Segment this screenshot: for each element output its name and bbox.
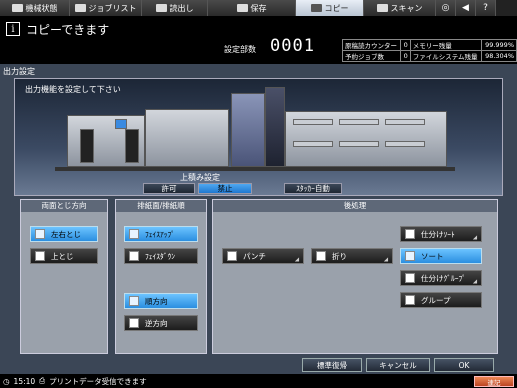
status-bar-message: プリントデータ受信できます xyxy=(49,376,147,386)
printer-icon: ⎙ xyxy=(39,376,46,385)
face-up-icon xyxy=(129,229,139,239)
dropdown-corner-icon xyxy=(383,257,391,264)
tab-machine-status[interactable]: 機械状態 xyxy=(0,0,70,16)
printer-engine xyxy=(231,93,265,167)
settings-icon[interactable]: ◎ xyxy=(436,0,456,16)
fold-button[interactable]: 折り xyxy=(311,248,393,264)
filesystem-label: ファイルシステム残量 xyxy=(409,50,483,62)
paper-tray xyxy=(385,119,425,125)
normal-order-button[interactable]: 順方向 xyxy=(124,293,198,309)
memory-label: メモリー残量 xyxy=(409,39,483,51)
scan-icon xyxy=(376,4,388,12)
ok-button[interactable]: OK xyxy=(434,358,494,372)
sort-icon xyxy=(405,251,415,261)
job-list-icon xyxy=(74,4,86,12)
copies-label: 設定部数 xyxy=(224,45,256,54)
instruction-text: 出力機能を設定して下さい xyxy=(25,85,121,94)
help-icon[interactable]: ? xyxy=(476,0,496,16)
group-split-button[interactable]: 仕分けｸﾞﾙｰﾌﾟ xyxy=(400,270,482,286)
left-binding-icon xyxy=(35,229,45,239)
group-icon xyxy=(405,295,415,305)
duplex-panel-title: 両面とじ方向 xyxy=(21,200,107,212)
dropdown-corner-icon xyxy=(472,279,480,286)
restore-defaults-button[interactable]: 標準復帰 xyxy=(302,358,362,372)
post-processing-panel-title: 後処理 xyxy=(213,200,497,212)
info-table: 原稿読カウンター 0 メモリー残量 99.999% 予約ジョブ数 0 ファイルシ… xyxy=(341,39,517,62)
face-up-button[interactable]: ﾌｪｲｽｱｯﾌﾟ xyxy=(124,226,198,242)
paper-tray xyxy=(339,141,379,147)
group-button[interactable]: グループ xyxy=(400,292,482,308)
recall-icon xyxy=(155,4,167,12)
dropdown-corner-icon xyxy=(294,257,302,264)
output-tray[interactable] xyxy=(125,129,139,163)
stack-allow-button[interactable]: 許可 xyxy=(143,183,195,194)
original-counter-label: 原稿読カウンター xyxy=(341,39,402,51)
copies-count: 0001 xyxy=(270,36,315,56)
top-tab-bar: 機械状態 ジョブリスト 読出し 保存 コピー スキャン ◎ ◀ ? xyxy=(0,0,517,16)
tab-copy[interactable]: コピー xyxy=(296,0,364,16)
paper-tray xyxy=(293,119,333,125)
clock-icon: ◷ xyxy=(3,376,10,386)
paper-tray xyxy=(293,141,333,147)
face-down-icon xyxy=(129,251,139,261)
floor-line xyxy=(55,167,455,171)
duplex-panel: 両面とじ方向 xyxy=(20,199,108,354)
tab-save[interactable]: 保存 xyxy=(208,0,296,16)
paper-tray xyxy=(385,141,425,147)
machine-status-icon xyxy=(11,4,23,12)
dropdown-corner-icon xyxy=(472,235,480,242)
fold-icon xyxy=(316,251,326,261)
output-tray[interactable] xyxy=(80,129,94,163)
discharge-panel-title: 排紙面/排紙順 xyxy=(116,200,206,212)
filesystem-value: 98.304% xyxy=(481,50,517,62)
face-down-button[interactable]: ﾌｪｲｽﾀﾞｳﾝ xyxy=(124,248,198,264)
punch-button[interactable]: パンチ xyxy=(222,248,304,264)
info-icon: i xyxy=(6,22,20,36)
sort-split-button[interactable]: 仕分けｿｰﾄ xyxy=(400,226,482,242)
selected-tray-icon xyxy=(115,119,127,129)
original-counter-value: 0 xyxy=(400,39,411,51)
info-row: 原稿読カウンター 0 メモリー残量 99.999% xyxy=(341,39,517,51)
control-unit xyxy=(265,87,285,167)
tab-recall[interactable]: 読出し xyxy=(142,0,208,16)
reserved-jobs-label: 予約ジョブ数 xyxy=(341,50,402,62)
finisher-unit xyxy=(145,109,229,167)
sort-split-icon xyxy=(405,229,415,239)
memory-value: 99.999% xyxy=(481,39,517,51)
stacker-auto-button[interactable]: ｽﾀｯｶｰ自動 xyxy=(284,183,342,194)
clock-time: 15:10 xyxy=(13,376,36,386)
stack-setting-label: 上積み設定 xyxy=(180,173,220,182)
reserved-jobs-value: 0 xyxy=(400,50,411,62)
left-right-binding-button[interactable]: 左右とじ xyxy=(30,226,98,242)
sort-button[interactable]: ソート xyxy=(400,248,482,264)
machine-preview xyxy=(14,78,503,196)
status-message: コピーできます xyxy=(26,23,110,37)
reverse-order-button[interactable]: 逆方向 xyxy=(124,315,198,331)
stack-forbid-button[interactable]: 禁止 xyxy=(198,183,252,194)
top-binding-button[interactable]: 上とじ xyxy=(30,248,98,264)
volume-icon[interactable]: ◀ xyxy=(456,0,476,16)
tab-job-list[interactable]: ジョブリスト xyxy=(70,0,142,16)
page-title: 出力設定 xyxy=(3,67,35,76)
group-split-icon xyxy=(405,273,415,283)
paper-tray xyxy=(339,119,379,125)
status-bar: ◷ 15:10 ⎙ プリントデータ受信できます xyxy=(0,374,517,388)
normal-order-icon xyxy=(129,296,139,306)
tab-scan[interactable]: スキャン xyxy=(364,0,436,16)
info-row: 予約ジョブ数 0 ファイルシステム残量 98.304% xyxy=(341,50,517,62)
copy-icon xyxy=(310,4,322,12)
cancel-button[interactable]: キャンセル xyxy=(366,358,430,372)
print-badge[interactable]: 連記 xyxy=(474,376,514,387)
reverse-order-icon xyxy=(129,318,139,328)
punch-icon xyxy=(227,251,237,261)
save-icon xyxy=(236,4,248,12)
top-binding-icon xyxy=(35,251,45,261)
